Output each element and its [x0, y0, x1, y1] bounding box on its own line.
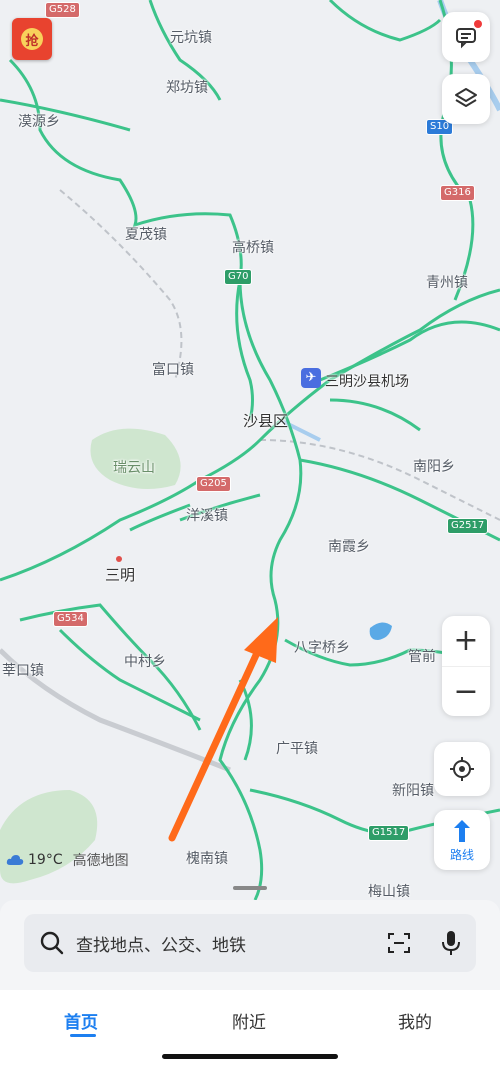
label-guanqian: 管前	[408, 649, 436, 665]
shield-g534: G534	[53, 611, 88, 627]
route-label: 路线	[449, 847, 474, 862]
tab-mine[interactable]: 我的	[398, 1008, 432, 1033]
label-fukou: 富口镇	[152, 362, 194, 378]
label-qingzhou: 青州镇	[426, 275, 468, 291]
label-baziqiao: 八字桥乡	[294, 640, 350, 656]
label-yuankeng: 元坑镇	[170, 30, 212, 46]
label-xiamao: 夏茂镇	[125, 227, 167, 243]
label-nanyang: 南阳乡	[413, 459, 455, 475]
locate-button[interactable]	[434, 742, 490, 796]
label-guangping: 广平镇	[276, 741, 318, 757]
label-yangxi: 洋溪镇	[186, 508, 228, 524]
message-icon	[456, 28, 476, 49]
label-sanming: 三明	[105, 566, 136, 584]
search-input[interactable]: 查找地点、公交、地铁	[76, 931, 246, 956]
search-icon	[40, 931, 64, 955]
shield-g2517: G2517	[447, 518, 489, 534]
map-graphics	[0, 0, 500, 990]
layers-button[interactable]	[442, 74, 490, 124]
home-indicator	[162, 1054, 338, 1059]
promo-red-packet[interactable]: 抢	[12, 18, 52, 60]
city-dot	[116, 556, 122, 562]
shield-g70: G70	[224, 269, 253, 285]
label-nanxia: 南霞乡	[328, 539, 370, 555]
shield-g528: G528	[45, 2, 80, 18]
label-airport[interactable]: 三明沙县机场	[325, 371, 409, 391]
label-gaoqiao: 高桥镇	[232, 240, 274, 256]
label-ruiyunshan: 瑞云山	[113, 460, 155, 476]
airport-icon[interactable]: ✈	[301, 368, 321, 388]
weather-widget: 19°C 高德地图	[6, 850, 129, 870]
mic-icon[interactable]	[440, 929, 462, 957]
weather-temp: 19°C	[28, 852, 63, 868]
promo-badge-text: 抢	[21, 28, 43, 50]
label-xinyang: 新阳镇	[392, 783, 434, 799]
label-moyuan: 漠源乡	[18, 114, 60, 130]
label-zhengfang: 郑坊镇	[166, 80, 208, 96]
tab-nearby[interactable]: 附近	[232, 1008, 266, 1033]
shield-g205: G205	[196, 476, 231, 492]
locate-icon	[450, 757, 474, 781]
brand-name: 高德地图	[72, 853, 129, 869]
message-button[interactable]	[442, 12, 490, 62]
zoom-control: + −	[442, 616, 490, 716]
label-huainan: 槐南镇	[186, 851, 228, 867]
scan-icon[interactable]	[386, 930, 412, 956]
label-shenkou: 莘口镇	[2, 663, 44, 679]
label-zhongcun: 中村乡	[124, 654, 166, 670]
notification-dot	[474, 20, 482, 28]
zoom-out-button[interactable]: −	[442, 667, 490, 717]
cloud-icon	[6, 855, 24, 865]
tab-home[interactable]: 首页	[64, 1008, 98, 1033]
label-shaxian: 沙县区	[243, 412, 289, 430]
shield-g1517: G1517	[368, 825, 410, 841]
label-meishan: 梅山镇	[368, 884, 410, 900]
route-icon	[454, 819, 470, 842]
zoom-in-button[interactable]: +	[442, 616, 490, 667]
map-canvas[interactable]: 元坑镇 郑坊镇 漠源乡 夏茂镇 高桥镇 青州镇 富口镇 沙县区 南阳乡 瑞云山 …	[0, 0, 500, 990]
search-bar[interactable]: 查找地点、公交、地铁	[24, 914, 476, 972]
sheet-drag-handle[interactable]	[233, 886, 267, 890]
layers-icon	[455, 88, 477, 107]
active-tab-indicator	[70, 1034, 96, 1037]
route-button[interactable]: 路线	[434, 810, 490, 870]
shield-g316: G316	[440, 185, 475, 201]
